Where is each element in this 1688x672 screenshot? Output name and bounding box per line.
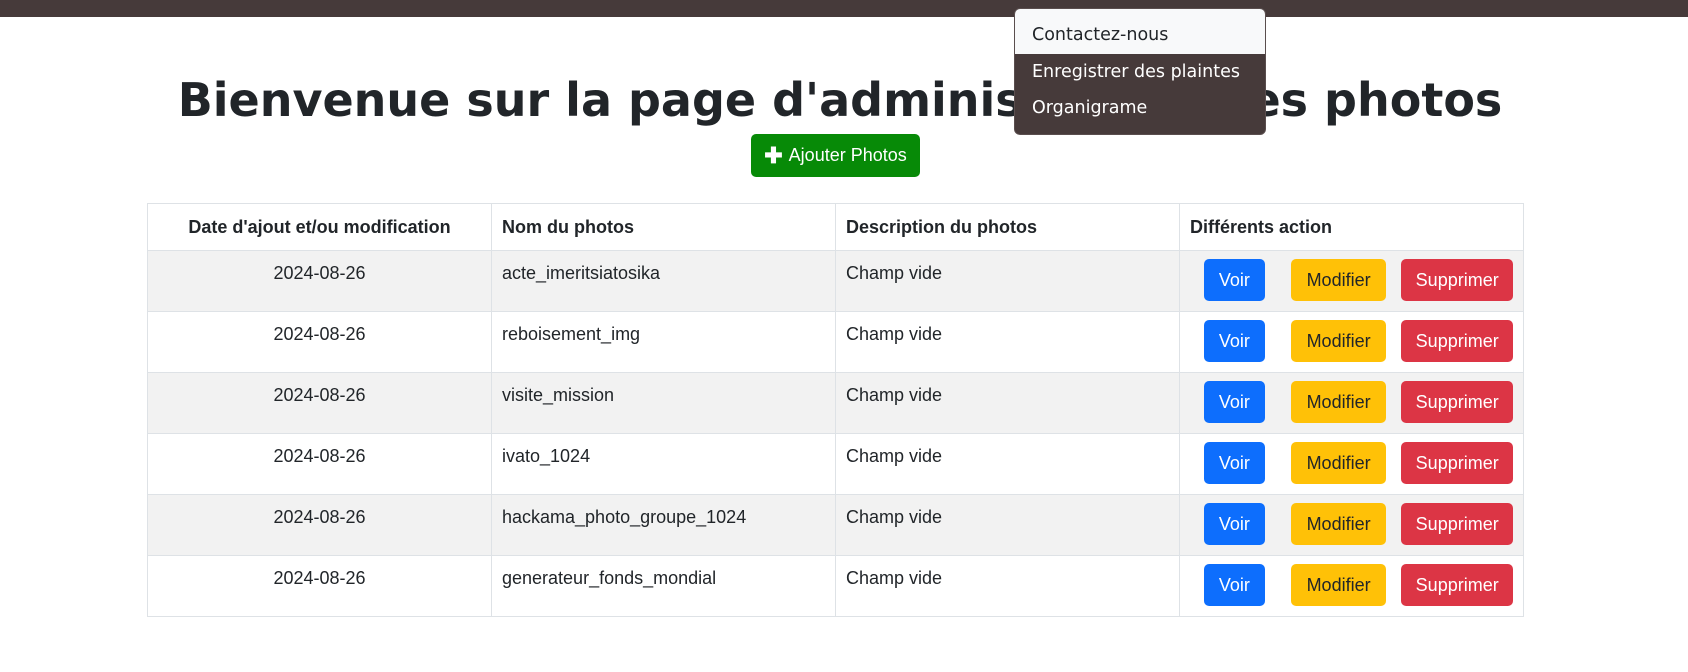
cell-actions: Voir Modifier Supprimer (1179, 250, 1524, 312)
delete-button[interactable]: Supprimer (1401, 442, 1513, 484)
edit-button[interactable]: Modifier (1290, 503, 1387, 545)
cell-description: Champ vide (835, 494, 1180, 556)
header-date: Date d'ajout et/ou modification (147, 203, 492, 251)
view-button[interactable]: Voir (1204, 381, 1265, 423)
edit-button[interactable]: Modifier (1290, 320, 1387, 362)
add-photos-label: Ajouter Photos (788, 145, 907, 165)
page-title: Bienvenue sur la page d'administration d… (177, 73, 1503, 127)
view-button[interactable]: Voir (1204, 564, 1265, 606)
cell-date: 2024-08-26 (147, 433, 492, 495)
top-navbar (0, 0, 1688, 17)
cell-date: 2024-08-26 (147, 372, 492, 434)
menu-item-organigram[interactable]: Organigrame (1015, 90, 1265, 126)
table-row: 2024-08-26 generateur_fonds_mondial Cham… (147, 555, 1524, 617)
edit-button[interactable]: Modifier (1290, 564, 1387, 606)
table-header-row: Date d'ajout et/ou modification Nom du p… (147, 203, 1524, 251)
photos-table: Date d'ajout et/ou modification Nom du p… (147, 203, 1524, 617)
cell-description: Champ vide (835, 372, 1180, 434)
dropdown-menu: Contactez-nous Enregistrer des plaintes … (1014, 8, 1266, 135)
cell-description: Champ vide (835, 433, 1180, 495)
view-button[interactable]: Voir (1204, 259, 1265, 301)
delete-button[interactable]: Supprimer (1401, 503, 1513, 545)
edit-button[interactable]: Modifier (1290, 381, 1387, 423)
add-photos-button[interactable]: ✚ Ajouter Photos (751, 134, 920, 177)
table-row: 2024-08-26 hackama_photo_groupe_1024 Cha… (147, 494, 1524, 556)
delete-button[interactable]: Supprimer (1401, 564, 1513, 606)
header-description: Description du photos (835, 203, 1180, 251)
cell-actions: Voir Modifier Supprimer (1179, 433, 1524, 495)
view-button[interactable]: Voir (1204, 442, 1265, 484)
delete-button[interactable]: Supprimer (1401, 320, 1513, 362)
menu-item-contact[interactable]: Contactez-nous (1015, 9, 1265, 54)
table-row: 2024-08-26 reboisement_img Champ vide Vo… (147, 311, 1524, 373)
plus-icon: ✚ (764, 142, 783, 168)
cell-name: reboisement_img (491, 311, 836, 373)
menu-item-complaints[interactable]: Enregistrer des plaintes (1015, 54, 1265, 90)
edit-button[interactable]: Modifier (1290, 442, 1387, 484)
header-actions: Différents action (1179, 203, 1524, 251)
delete-button[interactable]: Supprimer (1401, 259, 1513, 301)
view-button[interactable]: Voir (1204, 503, 1265, 545)
cell-actions: Voir Modifier Supprimer (1179, 311, 1524, 373)
delete-button[interactable]: Supprimer (1401, 381, 1513, 423)
cell-name: acte_imeritsiatosika (491, 250, 836, 312)
edit-button[interactable]: Modifier (1290, 259, 1387, 301)
cell-date: 2024-08-26 (147, 555, 492, 617)
cell-description: Champ vide (835, 555, 1180, 617)
table-row: 2024-08-26 visite_mission Champ vide Voi… (147, 372, 1524, 434)
cell-description: Champ vide (835, 311, 1180, 373)
cell-description: Champ vide (835, 250, 1180, 312)
table-row: 2024-08-26 ivato_1024 Champ vide Voir Mo… (147, 433, 1524, 495)
cell-name: generateur_fonds_mondial (491, 555, 836, 617)
view-button[interactable]: Voir (1204, 320, 1265, 362)
cell-actions: Voir Modifier Supprimer (1179, 372, 1524, 434)
cell-name: hackama_photo_groupe_1024 (491, 494, 836, 556)
cell-date: 2024-08-26 (147, 250, 492, 312)
table-row: 2024-08-26 acte_imeritsiatosika Champ vi… (147, 250, 1524, 312)
cell-actions: Voir Modifier Supprimer (1179, 555, 1524, 617)
cell-date: 2024-08-26 (147, 494, 492, 556)
header-name: Nom du photos (491, 203, 836, 251)
cell-name: visite_mission (491, 372, 836, 434)
cell-actions: Voir Modifier Supprimer (1179, 494, 1524, 556)
cell-date: 2024-08-26 (147, 311, 492, 373)
cell-name: ivato_1024 (491, 433, 836, 495)
